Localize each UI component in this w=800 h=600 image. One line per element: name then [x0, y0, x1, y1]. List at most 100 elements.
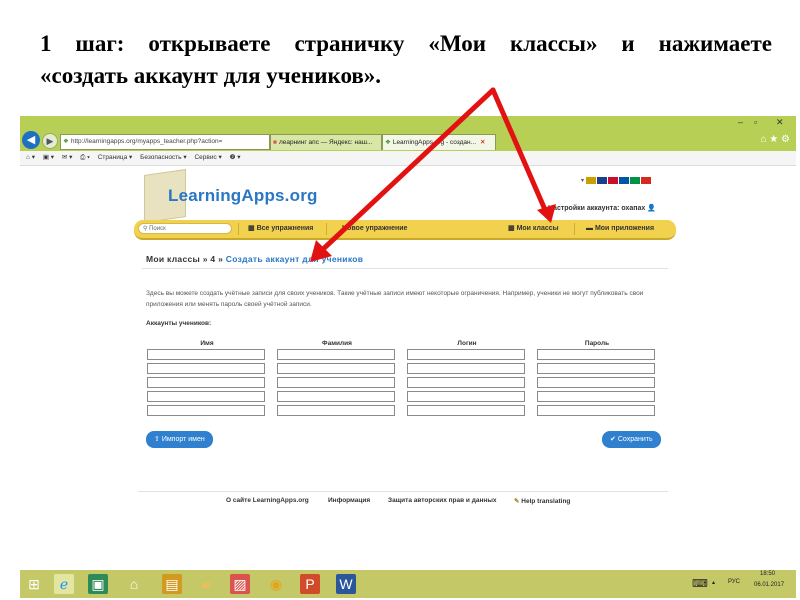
taskbar: ⊞ ℯ ▣ ⌂ ▤ ▰ ▨ ◉ P W ⌨ ▴ РУС 18:50 06.01.… [20, 570, 796, 598]
menu-my-apps[interactable]: ▬ Мои приложения [586, 220, 654, 238]
footer-about-link[interactable]: О сайте LearningApps.org [226, 497, 309, 504]
footer-copyright-link[interactable]: Защита авторских прав и данных [388, 497, 497, 504]
slide-title: 1 шаг: открываете страничку «Мои классы» и нажи… [40, 28, 772, 92]
breadcrumb-create-accounts[interactable]: Создать аккаунт для учеников [226, 254, 364, 264]
password-input[interactable] [537, 363, 655, 374]
flag-es[interactable] [607, 177, 618, 184]
breadcrumb: Мои классы » 4 » Создать аккаунт для уче… [146, 254, 363, 264]
menu-my-classes[interactable]: ▦ Мои классы [508, 220, 559, 238]
name-input[interactable] [147, 391, 265, 402]
login-input[interactable] [407, 391, 525, 402]
login-input[interactable] [407, 405, 525, 416]
command-bar: ⌂ ▾ ▣ ▾ ✉ ▾ ⎙ ▾ Страница ▾ Безопасность … [20, 151, 796, 166]
name-input[interactable] [147, 405, 265, 416]
account-settings[interactable]: Настройки аккаунта: охапах 👤 [548, 204, 656, 212]
surname-input[interactable] [277, 391, 395, 402]
surname-input[interactable] [277, 363, 395, 374]
search-input[interactable]: ⚲ Поиск [138, 223, 232, 234]
column-header-name: Имя [200, 340, 214, 347]
forward-arrow-icon[interactable]: ▶ [42, 133, 58, 149]
page-icon: ❖ [385, 139, 391, 146]
address-bar[interactable]: ❖ http://learningapps.org/myapps_teacher.… [60, 134, 270, 150]
print-icon[interactable]: ⎙ ▾ [80, 154, 90, 161]
menu-all-exercises[interactable]: ▦ Все упражнения [248, 220, 313, 238]
title-line-2: «создать аккаунт для учеников». [40, 63, 382, 88]
tray-language[interactable]: РУС [728, 579, 740, 585]
tab-yandex[interactable]: ■ леарнинг апс — Яндекс: наш... [270, 134, 382, 150]
import-names-button[interactable]: ⇧ Импорт имен [146, 431, 213, 448]
flag-gb[interactable] [596, 177, 607, 184]
yandex-icon: ■ [273, 139, 277, 146]
account-settings-label: Настройки аккаунта: охапах [548, 205, 646, 212]
login-input[interactable] [407, 363, 525, 374]
menu-page[interactable]: Страница ▾ [98, 154, 133, 161]
menu-label: Все упражнения [256, 225, 314, 232]
main-menu: ⚲ Поиск ▦ Все упражнения Новое упражнени… [134, 220, 676, 240]
edit-icon: ✎ [514, 498, 520, 505]
image-icon[interactable]: ▨ [230, 574, 250, 594]
menu-new-exercise[interactable]: Новое упражнение [342, 220, 407, 238]
minimize-button[interactable]: – [738, 117, 743, 127]
menu-help[interactable]: ❷ ▾ [230, 154, 241, 161]
clock-time[interactable]: 18:50 [760, 571, 775, 577]
surname-input[interactable] [277, 377, 395, 388]
feeds-icon[interactable]: ▣ ▾ [43, 154, 54, 161]
store-icon[interactable]: ▣ [88, 574, 108, 594]
password-input[interactable] [537, 391, 655, 402]
footer-help-translating-link[interactable]: ✎ Help translating [514, 497, 570, 505]
column-header-password: Пароль [584, 340, 610, 347]
flag-fr[interactable] [618, 177, 629, 184]
check-icon: ✔ [610, 436, 616, 443]
internet-explorer-icon[interactable]: ℯ [54, 574, 74, 594]
classes-icon: ▦ [508, 225, 515, 232]
login-input[interactable] [407, 349, 525, 360]
tab-learningapps[interactable]: ❖ LearningApps.org - создан... ✕ [382, 134, 496, 150]
home-icon[interactable]: ⌂ ▾ [26, 154, 35, 161]
name-input[interactable] [147, 363, 265, 374]
button-label: Импорт имен [161, 436, 205, 443]
save-button[interactable]: ✔ Сохранить [602, 431, 661, 448]
menu-security[interactable]: Безопасность ▾ [140, 154, 187, 161]
menu-label: Мои приложения [594, 225, 655, 232]
back-arrow-icon[interactable]: ◀ [22, 131, 40, 149]
word-icon[interactable]: W [336, 574, 356, 594]
name-input[interactable] [147, 377, 265, 388]
keyboard-icon[interactable]: ⌨ [692, 577, 708, 590]
logo-text: LearningApps.org [168, 186, 318, 205]
windows-start-icon[interactable]: ⊞ [24, 574, 44, 594]
search-icon: ⚲ [143, 226, 148, 232]
flag-de[interactable] [585, 177, 596, 184]
toolbar-right-icons[interactable]: ⌂ ★ ⚙ [760, 134, 790, 145]
menu-tools[interactable]: Сервис ▾ [194, 154, 221, 161]
maximize-button[interactable]: ▫ [754, 117, 757, 127]
close-tab-icon[interactable]: ✕ [480, 139, 485, 146]
clock-date[interactable]: 06.01.2017 [754, 582, 784, 588]
home-icon[interactable]: ⌂ [124, 574, 144, 594]
close-window-button[interactable]: ✕ [776, 117, 784, 128]
name-input[interactable] [147, 349, 265, 360]
password-input[interactable] [537, 377, 655, 388]
folder-icon: ▬ [586, 225, 593, 232]
title-word: нажимаете [658, 31, 772, 56]
notes-icon[interactable]: ▤ [162, 574, 182, 594]
chrome-icon[interactable]: ◉ [266, 574, 286, 594]
login-input[interactable] [407, 377, 525, 388]
language-flags[interactable]: ▾ [581, 177, 652, 184]
password-input[interactable] [537, 405, 655, 416]
footer-info-link[interactable]: Информация [328, 497, 370, 504]
page-content: LearningApps.org ▾ Настройки аккаунта: о… [134, 166, 676, 566]
surname-input[interactable] [277, 405, 395, 416]
language-dropdown-icon[interactable]: ▾ [581, 178, 584, 184]
flag-ru[interactable] [640, 177, 651, 184]
mail-icon[interactable]: ✉ ▾ [62, 154, 73, 161]
powerpoint-icon[interactable]: P [300, 574, 320, 594]
logo[interactable]: LearningApps.org [138, 168, 318, 228]
column-header-surname: Фамилия [322, 340, 352, 347]
surname-input[interactable] [277, 349, 395, 360]
footer-divider [138, 491, 668, 492]
flag-it[interactable] [629, 177, 640, 184]
folder-icon[interactable]: ▰ [196, 574, 216, 594]
title-word: страничку [294, 31, 405, 56]
tray-arrow-icon[interactable]: ▴ [712, 579, 715, 586]
password-input[interactable] [537, 349, 655, 360]
